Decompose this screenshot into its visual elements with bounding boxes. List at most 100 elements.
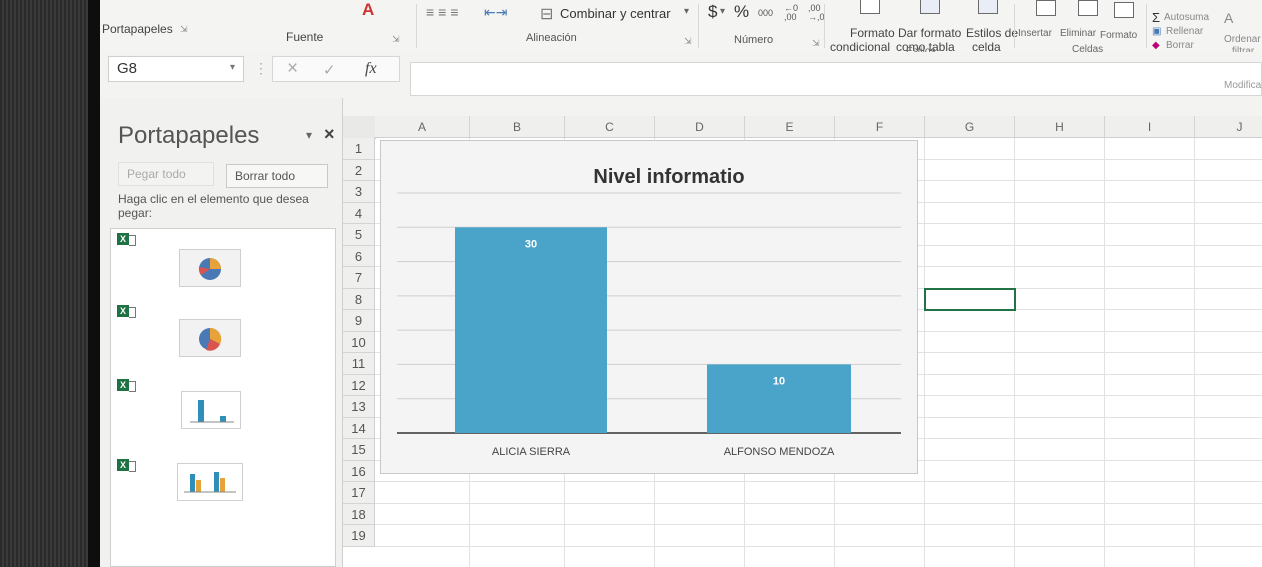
percent-button[interactable]: % [734,2,749,22]
row-header-8[interactable]: 8 [343,288,375,310]
row-header-7[interactable]: 7 [343,267,375,289]
merge-dropdown-icon[interactable]: ▾ [684,6,689,17]
column-header-f[interactable]: F [835,116,925,138]
clear-all-button[interactable]: Borrar todo [226,164,328,188]
column-header-g[interactable]: G [925,116,1015,138]
indent-icons[interactable]: ⇤⇥ [484,4,507,21]
currency-button[interactable]: $ [708,2,717,22]
bar-chart[interactable]: Nivel informatio 30 ALICIA SIERRA 10 ALFONSO… [380,140,918,474]
autosum-icon[interactable]: Σ [1152,10,1160,25]
clear-icon[interactable]: ◆ [1152,40,1160,51]
row-header-6[interactable]: 6 [343,245,375,267]
column-header-b[interactable]: B [470,116,565,138]
delete-cells-icon[interactable] [1078,0,1098,16]
chevron-down-icon[interactable]: ▾ [230,62,235,73]
merge-icon[interactable]: ⊟ [540,4,553,24]
format-as-table-icon[interactable] [920,0,940,14]
align-icons[interactable]: ≡≡≡ [426,4,463,20]
clipboard-item[interactable]: X [117,459,327,519]
clipboard-pane-title: Portapapeles [118,122,260,149]
column-header-a[interactable]: A [375,116,470,138]
pane-menu-icon[interactable]: ▾ [306,128,312,142]
grid-row-line [375,502,1262,504]
format-cells-icon[interactable] [1114,2,1134,18]
row-header-3[interactable]: 3 [343,181,375,203]
select-all-corner[interactable] [343,116,376,139]
column-header-c[interactable]: C [565,116,655,138]
clipboard-launcher-icon[interactable]: ⇲ [180,24,188,35]
sort-filter-label-1[interactable]: Ordenar [1224,34,1261,45]
row-header-5[interactable]: 5 [343,224,375,246]
row-header-10[interactable]: 10 [343,331,375,353]
row-header-16[interactable]: 16 [343,460,375,482]
row-header-11[interactable]: 11 [343,353,375,375]
formula-input[interactable] [410,62,1262,96]
conditional-format-icon[interactable] [860,0,880,14]
insert-cells-icon[interactable] [1036,0,1056,16]
clear-button[interactable]: Borrar [1166,40,1194,51]
grid-row-line [375,481,1262,482]
clipboard-group-label: Portapapeles [102,22,173,36]
pie-chart-thumbnail-icon [179,249,241,287]
row-header-18[interactable]: 18 [343,503,375,525]
ribbon-separator [416,4,417,48]
fill-button[interactable]: Rellenar [1166,26,1203,37]
column-header-h[interactable]: H [1015,116,1105,138]
name-box-value: G8 [117,60,138,77]
bar-chart-thumbnail-icon [177,463,243,501]
cell-styles-label-1[interactable]: Estilos de [966,26,1018,40]
clipboard-pane: Portapapeles ▾ × Pegar todo Borrar todo … [100,98,343,567]
sort-filter-icon[interactable]: A [1224,10,1233,26]
fill-icon[interactable]: ▣ [1152,26,1161,37]
enter-icon[interactable]: ✓ [323,61,336,79]
cancel-icon[interactable]: × [287,58,298,80]
cell-styles-icon[interactable] [978,0,998,14]
column-header-d[interactable]: D [655,116,745,138]
chart-title: Nivel informatio [593,166,744,188]
column-header-j[interactable]: J [1195,116,1262,138]
row-header-9[interactable]: 9 [343,310,375,332]
chart-data-label: 10 [773,375,785,387]
paste-all-button[interactable]: Pegar todo [118,162,214,186]
monitor-bezel [0,0,100,567]
chart-category-label: ALICIA SIERRA [492,446,571,458]
thousands-button[interactable]: 000 [758,8,773,18]
row-header-19[interactable]: 19 [343,525,375,547]
row-header-15[interactable]: 15 [343,439,375,461]
close-icon[interactable]: × [324,124,335,145]
font-launcher-icon[interactable]: ⇲ [392,34,400,45]
row-header-12[interactable]: 12 [343,374,375,396]
column-header-i[interactable]: I [1105,116,1195,138]
row-header-4[interactable]: 4 [343,202,375,224]
pie-chart-thumbnail-icon [179,319,241,357]
formula-bar: G8 ▾ ⋮ × ✓ fx [100,52,1262,98]
delete-cells-button[interactable]: Eliminar [1060,28,1096,39]
row-header-1[interactable]: 1 [343,138,375,160]
more-options-icon: ⋮ [254,60,268,76]
currency-dropdown-icon[interactable]: ▾ [720,6,725,17]
row-header-17[interactable]: 17 [343,482,375,504]
alignment-launcher-icon[interactable]: ⇲ [684,36,692,47]
name-box[interactable]: G8 ▾ [108,56,244,82]
clipboard-item[interactable]: X [117,305,327,365]
insert-cells-button[interactable]: Insertar [1018,28,1052,39]
decimal-increase-icon[interactable]: ←0,00 [784,4,798,22]
merge-center-button[interactable]: Combinar y centrar [560,6,671,21]
conditional-format-label-1[interactable]: Formato [850,26,895,40]
clipboard-items: X X X X [110,228,336,567]
format-cells-button[interactable]: Formato [1100,30,1137,41]
row-header-14[interactable]: 14 [343,417,375,439]
row-header-2[interactable]: 2 [343,159,375,181]
selected-cell[interactable] [924,287,1016,311]
font-color-icon[interactable]: A [362,0,374,20]
autosum-button[interactable]: Autosuma [1164,12,1209,23]
insert-function-icon[interactable]: fx [365,60,377,78]
clipboard-item[interactable]: X [117,233,327,293]
decimal-decrease-icon[interactable]: ,00 →,0 [808,4,825,22]
ribbon-separator [698,4,699,48]
row-header-13[interactable]: 13 [343,396,375,418]
clipboard-item[interactable]: X [117,379,327,439]
format-as-table-label-1[interactable]: Dar formato [898,26,961,40]
column-header-e[interactable]: E [745,116,835,138]
number-launcher-icon[interactable]: ⇲ [812,38,820,49]
